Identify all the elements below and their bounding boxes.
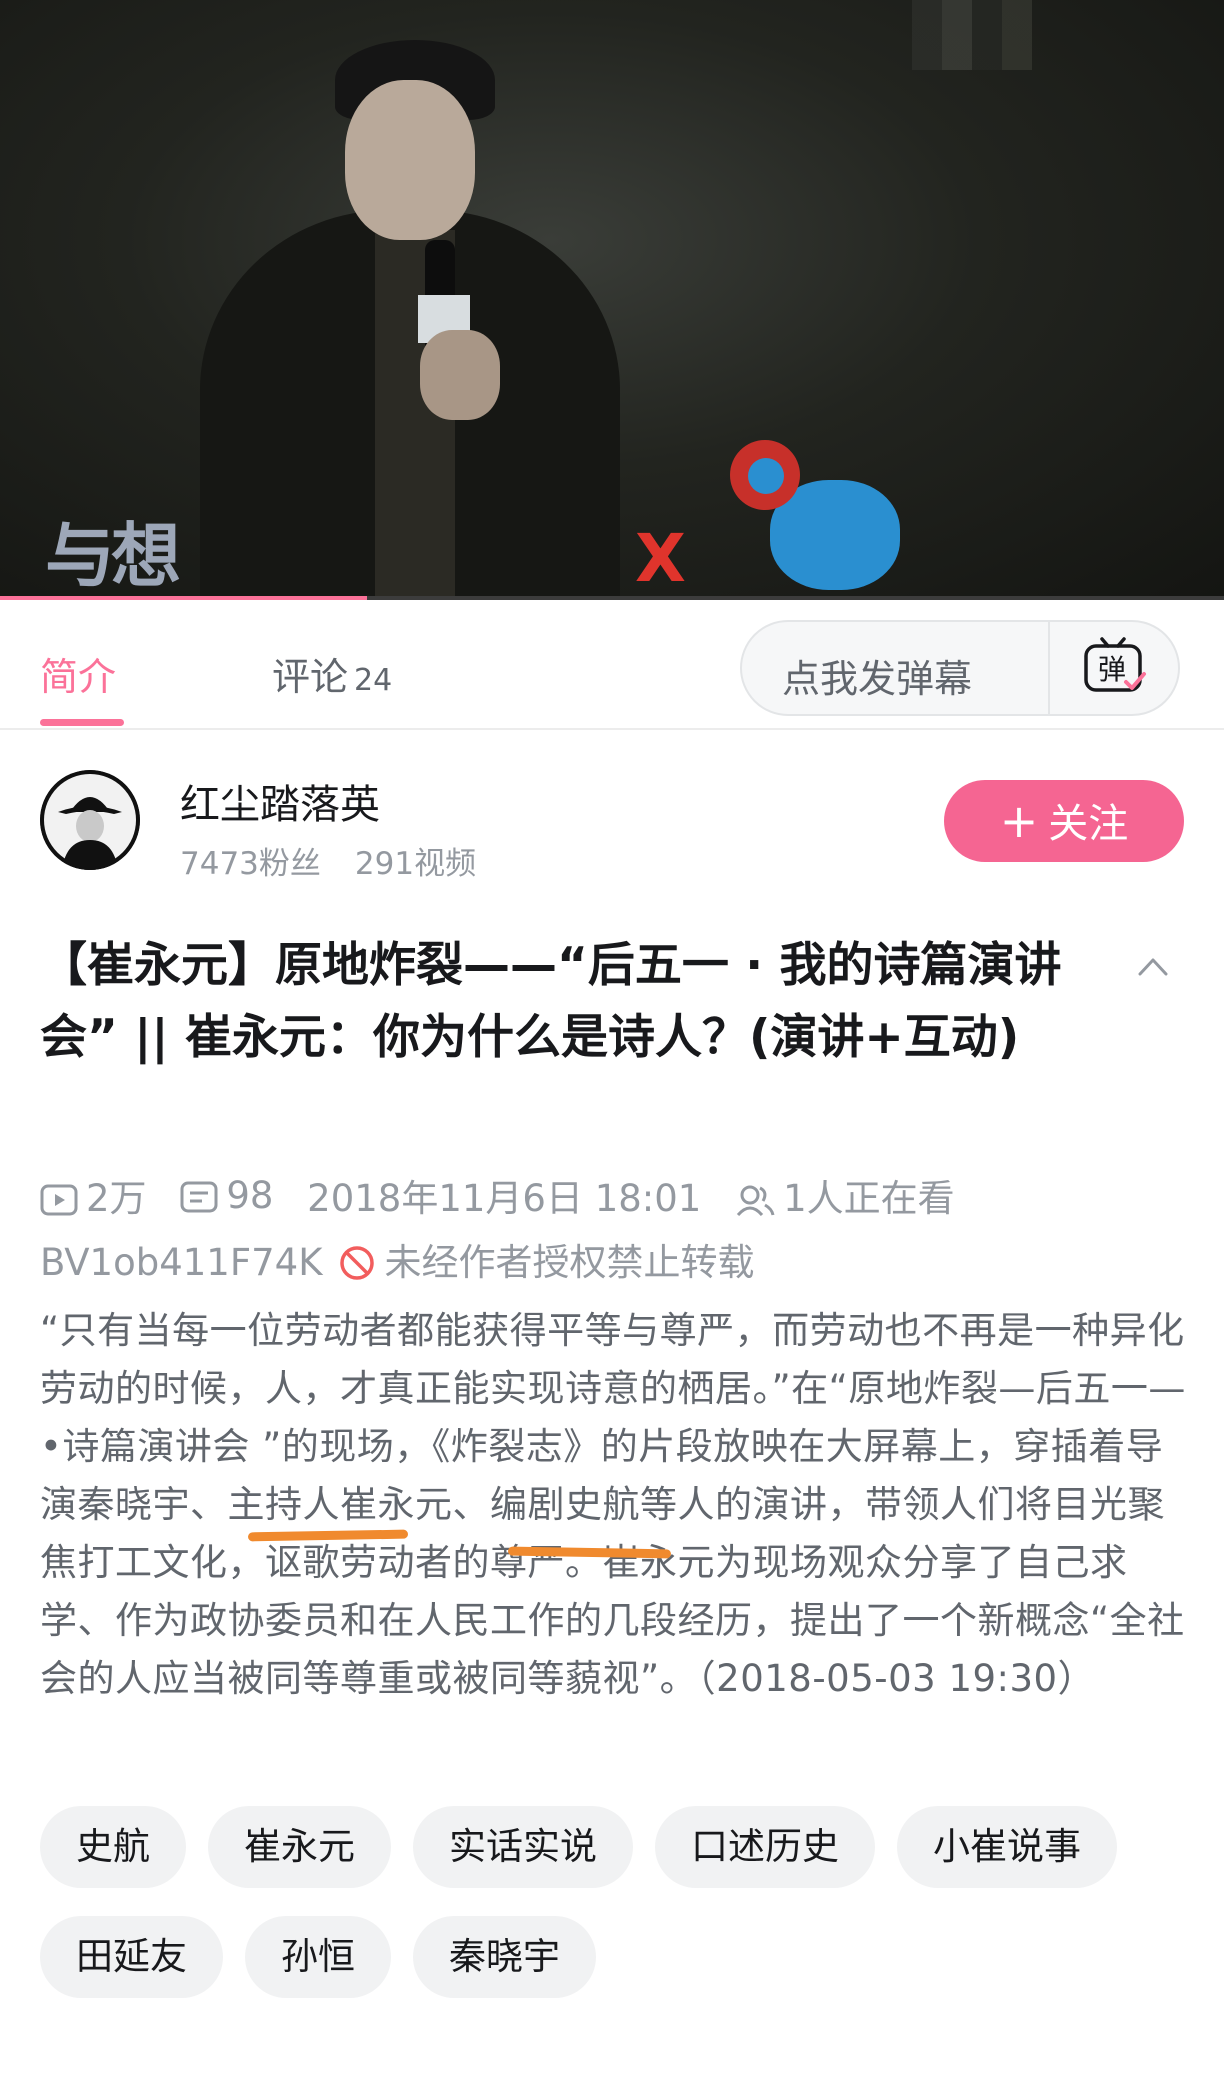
video-id-row: BV1ob411F74K 未经作者授权禁止转载 [40,1232,754,1286]
stage-banner-text: 与想 [45,515,181,597]
tag-chip[interactable]: 秦晓宇 [413,1916,596,1998]
comments-count: 24 [354,663,393,698]
video-title: 【崔永元】原地炸裂——“后五一 · 我的诗篇演讲会” || 崔永元：你为什么是诗… [40,938,1062,1065]
uploader-stats: 7473粉丝 291视频 [180,838,476,883]
tab-bar: 简介 评论 24 点我发弹幕 弹 [0,602,1224,730]
no-repost-icon [340,1246,375,1280]
publish-time: 2018年11月6日 18:01 [307,1177,702,1220]
active-tab-indicator [40,719,124,726]
tag-chip[interactable]: 口述历史 [655,1806,875,1888]
video-progress-bar[interactable] [0,596,1224,600]
tag-chip[interactable]: 田延友 [40,1916,223,1998]
tab-comments[interactable]: 评论 24 [272,646,392,701]
bv-id[interactable]: BV1ob411F74K [40,1241,322,1284]
stage-logo-x: X [635,520,686,597]
video-progress-fill [0,596,368,600]
uploader-avatar[interactable] [40,770,140,870]
copyright-notice: 未经作者授权禁止转载 [384,1241,755,1284]
tab-comments-label: 评论 [272,655,349,699]
tag-chip[interactable]: 崔永元 [208,1806,391,1888]
watching-count: 1人正在看 [783,1177,955,1220]
people-watching-icon [736,1185,775,1217]
tag-chip[interactable]: 实话实说 [413,1806,633,1888]
tab-intro[interactable]: 简介 [40,646,116,701]
tab-intro-label: 简介 [40,655,117,699]
video-description: “只有当每一位劳动者都能获得平等与尊严，而劳动也不再是一种异化劳动的时候，人，才… [40,1309,1186,1700]
uploader-name[interactable]: 红尘踏落英 [180,772,380,830]
follow-button[interactable]: + 关注 [944,780,1184,862]
svg-text:弹: 弹 [1098,653,1126,686]
stage-mascot [730,430,900,595]
danmaku-input-box[interactable]: 点我发弹幕 弹 [740,620,1180,716]
tag-chip[interactable]: 小崔说事 [897,1806,1117,1888]
danmaku-count-icon [180,1181,218,1212]
play-count-icon [40,1184,78,1216]
danmaku-stat: 98 [180,1174,273,1217]
danmaku-toggle-icon[interactable]: 弹 [1082,636,1148,698]
watching-stat: 1人正在看 [735,1168,955,1222]
uploader-videos: 291视频 [354,846,477,882]
tag-chip[interactable]: 孙恒 [245,1916,391,1998]
uploader-fans: 7473粉丝 [180,846,321,882]
views-stat: 2万 [40,1168,147,1222]
danmaku-count: 98 [226,1173,274,1217]
video-player[interactable]: 与想 X [0,0,1224,600]
danmaku-placeholder: 点我发弹幕 [782,657,973,701]
plus-icon: + [999,794,1039,848]
mosaic-watermark [912,0,1032,70]
tag-list: 史航 崔永元 实话实说 口述历史 小崔说事田延友 孙恒 秦晓宇 [40,1806,1190,2026]
chevron-up-icon[interactable] [1136,950,1170,984]
tag-chip[interactable]: 史航 [40,1806,186,1888]
video-meta-row: 2万 98 2018年11月6日 18:01 1人正在看 [40,1168,977,1222]
danmaku-divider [1048,622,1050,714]
follow-label: 关注 [1048,801,1129,847]
views-count: 2万 [86,1177,147,1220]
speaker-figure [170,30,630,600]
